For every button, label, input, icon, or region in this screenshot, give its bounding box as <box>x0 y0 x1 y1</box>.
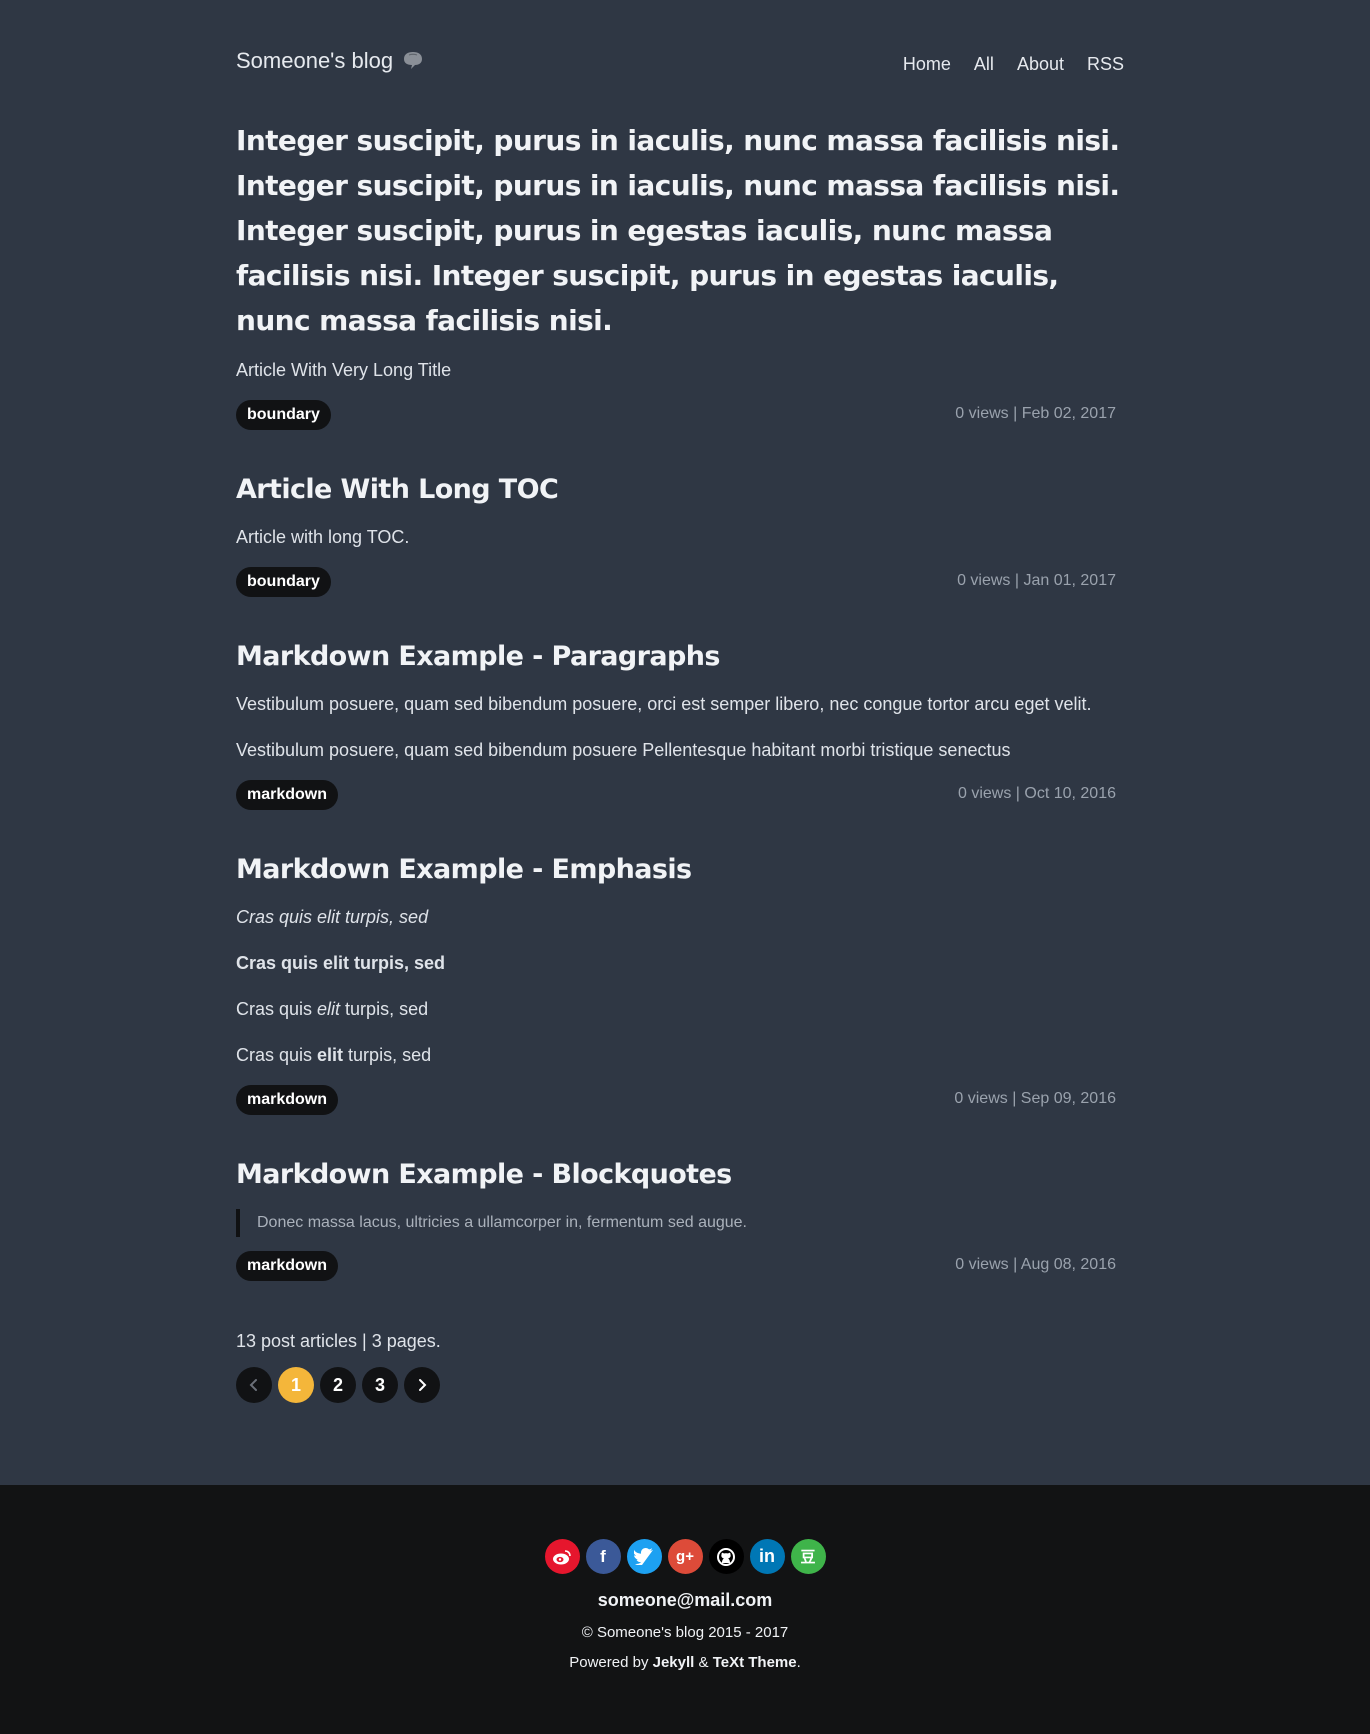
nav-all[interactable]: All <box>974 54 994 75</box>
post-meta: 0 views | Aug 08, 2016 <box>955 1256 1116 1273</box>
site-footer: f g+ in 豆 someone@mail.com © Someone's b… <box>0 1485 1370 1734</box>
post-title[interactable]: Article With Long TOC <box>236 470 1124 510</box>
page: Someone's blog Home All About RSS Intege… <box>0 0 1370 1734</box>
google-plus-icon[interactable]: g+ <box>667 1539 703 1574</box>
footer-email[interactable]: someone@mail.com <box>0 1590 1370 1611</box>
post-item: Article With Long TOC Article with long … <box>236 470 1124 597</box>
powered-prefix: Powered by <box>569 1654 653 1671</box>
post-title[interactable]: Markdown Example - Emphasis <box>236 850 1124 890</box>
bold-text: Cras quis elit turpis, sed <box>236 953 446 973</box>
post-title[interactable]: Integer suscipit, purus in iaculis, nunc… <box>236 118 1124 343</box>
tag-badge[interactable]: markdown <box>236 780 339 810</box>
post-excerpt: Vestibulum posuere, quam sed bibendum po… <box>236 740 1011 760</box>
page-button-3[interactable]: 3 <box>362 1367 398 1403</box>
footer-powered-by: Powered by Jekyll & TeXt Theme. <box>0 1654 1370 1671</box>
italic-text: Cras quis elit turpis, sed <box>236 907 429 927</box>
next-page-button[interactable] <box>404 1367 440 1403</box>
page-button-2[interactable]: 2 <box>320 1367 356 1403</box>
powered-suffix: . <box>796 1654 801 1671</box>
nav-home[interactable]: Home <box>903 54 951 75</box>
post-item: Markdown Example - Blockquotes Donec mas… <box>236 1155 1124 1281</box>
site-title[interactable]: Someone's blog <box>236 48 393 74</box>
post-meta: 0 views | Oct 10, 2016 <box>957 785 1116 802</box>
post-meta-row: boundary 0 views | Jan 01, 2017 <box>236 567 1124 597</box>
mixed-bold-paragraph: Cras quis elit turpis, sed <box>236 1040 1124 1071</box>
post-title[interactable]: Markdown Example - Blockquotes <box>236 1155 1124 1195</box>
post-meta: 0 views | Feb 02, 2017 <box>955 405 1116 422</box>
blockquote: Donec massa lacus, ultricies a ullamcorp… <box>236 1209 1124 1237</box>
italic-word: elit <box>317 999 341 1019</box>
post-meta-row: markdown 0 views | Aug 08, 2016 <box>236 1251 1124 1281</box>
post-list: Integer suscipit, purus in iaculis, nunc… <box>236 118 1124 1321</box>
bold-word: elit <box>317 1045 344 1065</box>
linkedin-icon[interactable]: in <box>749 1539 785 1574</box>
post-meta-row: markdown 0 views | Oct 10, 2016 <box>236 780 1124 810</box>
post-title[interactable]: Markdown Example - Paragraphs <box>236 637 1124 677</box>
bold-paragraph: Cras quis elit turpis, sed <box>236 948 1124 979</box>
text-part: turpis, sed <box>343 1045 432 1065</box>
nav-rss[interactable]: RSS <box>1087 54 1124 75</box>
theme-link[interactable]: TeXt Theme <box>713 1654 797 1671</box>
post-excerpt: Article With Very Long Title <box>236 360 452 380</box>
site-brand[interactable]: Someone's blog <box>236 48 425 74</box>
douban-icon[interactable]: 豆 <box>790 1539 826 1574</box>
pagination: 1 2 3 <box>236 1367 440 1403</box>
italic-paragraph: Cras quis elit turpis, sed <box>236 902 1124 933</box>
post-item: Markdown Example - Emphasis Cras quis el… <box>236 850 1124 1115</box>
post-meta: 0 views | Sep 09, 2016 <box>954 1090 1116 1107</box>
prev-page-button[interactable] <box>236 1367 272 1403</box>
tag-badge[interactable]: boundary <box>236 567 331 597</box>
post-meta: 0 views | Jan 01, 2017 <box>957 572 1116 589</box>
footer-copyright: © Someone's blog 2015 - 2017 <box>581 1624 789 1641</box>
nav-about[interactable]: About <box>1017 54 1064 75</box>
tag-badge[interactable]: boundary <box>236 400 331 430</box>
post-meta-row: boundary 0 views | Feb 02, 2017 <box>236 400 1124 430</box>
chevron-right-icon <box>419 1379 427 1391</box>
post-meta-row: markdown 0 views | Sep 09, 2016 <box>236 1085 1124 1115</box>
page-button-1[interactable]: 1 <box>278 1367 314 1403</box>
chevron-left-icon <box>249 1379 257 1391</box>
text-part: Cras quis <box>236 1045 318 1065</box>
post-item: Markdown Example - Paragraphs Vestibulum… <box>236 637 1124 810</box>
chat-bubble-icon <box>401 49 425 73</box>
github-icon[interactable] <box>708 1539 744 1574</box>
twitter-icon[interactable] <box>626 1539 662 1574</box>
post-excerpt: Vestibulum posuere, quam sed bibendum po… <box>236 694 1092 714</box>
text-part: turpis, sed <box>340 999 429 1019</box>
weibo-icon[interactable] <box>544 1539 580 1574</box>
main-nav: Home All About RSS <box>903 54 1124 75</box>
jekyll-link[interactable]: Jekyll <box>653 1654 695 1671</box>
site-header: Someone's blog Home All About RSS <box>236 44 1124 84</box>
facebook-icon[interactable]: f <box>585 1539 621 1574</box>
pagination-info: 13 post articles | 3 pages. <box>236 1331 441 1351</box>
tag-badge[interactable]: markdown <box>236 1085 339 1115</box>
post-item: Integer suscipit, purus in iaculis, nunc… <box>236 118 1124 430</box>
powered-amp: & <box>694 1654 713 1671</box>
mixed-italic-paragraph: Cras quis elit turpis, sed <box>236 994 1124 1025</box>
text-part: Cras quis <box>236 999 318 1019</box>
social-links: f g+ in 豆 <box>0 1539 1370 1574</box>
tag-badge[interactable]: markdown <box>236 1251 339 1281</box>
post-excerpt: Article with long TOC. <box>236 527 410 547</box>
